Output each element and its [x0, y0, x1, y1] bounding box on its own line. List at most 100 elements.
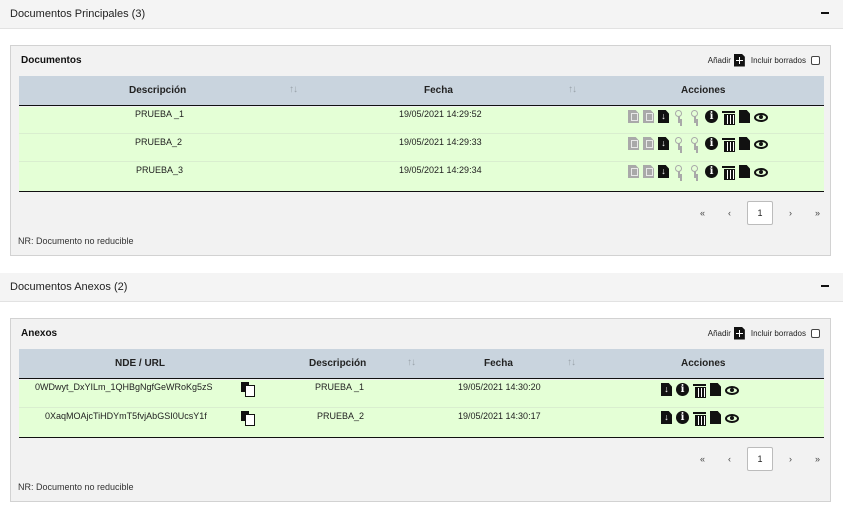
key-icon[interactable] — [689, 165, 701, 178]
info-icon[interactable] — [705, 137, 718, 150]
table-header: Descripción ↑↓ Fecha ↑↓ Acciones — [19, 76, 824, 106]
row-descripcion: PRUEBA _1 — [135, 109, 185, 119]
section-title: Documentos Anexos (2) — [10, 281, 128, 293]
info-icon[interactable] — [705, 165, 718, 178]
delete-icon[interactable] — [722, 165, 735, 180]
key-icon[interactable] — [673, 137, 685, 150]
column-descripcion[interactable]: Descripción — [129, 85, 186, 96]
section-anexos-header[interactable]: Documentos Anexos (2) — [0, 273, 843, 302]
delete-icon[interactable] — [722, 137, 735, 152]
delete-icon[interactable] — [722, 110, 735, 125]
document-icon[interactable] — [710, 383, 721, 396]
table-row: PRUEBA_3 19/05/2021 14:29:34 — [19, 162, 824, 192]
page-prev[interactable]: ‹ — [716, 454, 743, 464]
table-row: PRUEBA_2 19/05/2021 14:29:33 — [19, 134, 824, 162]
info-icon[interactable] — [676, 383, 689, 396]
page-last[interactable]: » — [804, 454, 831, 464]
include-deleted-checkbox[interactable] — [811, 55, 820, 65]
page-current[interactable]: 1 — [747, 201, 773, 225]
panel-documentos: Documentos Añadir Incluir borrados Descr… — [10, 45, 831, 256]
info-icon[interactable] — [705, 110, 718, 123]
download-icon[interactable] — [661, 411, 672, 424]
row-fecha: 19/05/2021 14:29:52 — [399, 109, 482, 119]
sort-icon[interactable]: ↑↓ — [567, 357, 576, 368]
key-icon[interactable] — [673, 165, 685, 178]
copy-icon[interactable] — [241, 411, 255, 426]
delete-icon[interactable] — [693, 383, 706, 398]
table-row: 0WDwyt_DxYILm_1QHBgNgfGeWRoKg5zS PRUEBA … — [19, 380, 824, 408]
anexos-table: NDE / URL Descripción ↑↓ Fecha ↑↓ Accion… — [19, 349, 824, 439]
add-document-icon[interactable] — [733, 326, 745, 340]
view-icon[interactable] — [754, 112, 768, 122]
signature-doc-icon[interactable] — [628, 165, 639, 178]
view-icon[interactable] — [725, 413, 739, 423]
document-icon[interactable] — [739, 137, 750, 150]
sort-icon[interactable]: ↑↓ — [289, 84, 298, 95]
row-nde: 0WDwyt_DxYILm_1QHBgNgfGeWRoKg5zS — [35, 382, 213, 392]
sort-icon[interactable]: ↑↓ — [568, 84, 577, 95]
page-prev[interactable]: ‹ — [716, 208, 743, 218]
documents-table: Descripción ↑↓ Fecha ↑↓ Acciones PRUEBA … — [19, 76, 824, 194]
section-principales-header[interactable]: Documentos Principales (3) — [0, 0, 843, 29]
page-next[interactable]: › — [777, 208, 804, 218]
row-fecha: 19/05/2021 14:30:17 — [458, 411, 541, 421]
download-icon[interactable] — [658, 165, 669, 178]
page-first[interactable]: « — [689, 208, 716, 218]
row-fecha: 19/05/2021 14:29:33 — [399, 137, 482, 147]
page-current[interactable]: 1 — [747, 447, 773, 471]
include-deleted-checkbox[interactable] — [811, 328, 820, 338]
column-acciones: Acciones — [681, 85, 726, 96]
sort-icon[interactable]: ↑↓ — [407, 357, 416, 368]
column-fecha[interactable]: Fecha — [424, 85, 453, 96]
key-icon[interactable] — [689, 137, 701, 150]
add-document-icon[interactable] — [733, 53, 745, 67]
pagination: « ‹ 1 › » — [689, 447, 831, 471]
download-icon[interactable] — [658, 137, 669, 150]
panel-title: Documentos — [21, 55, 82, 66]
add-label[interactable]: Añadir — [708, 56, 731, 65]
column-descripcion[interactable]: Descripción — [309, 358, 366, 369]
document-icon[interactable] — [710, 411, 721, 424]
signed-doc-icon[interactable] — [643, 110, 654, 123]
add-label[interactable]: Añadir — [708, 329, 731, 338]
row-actions — [661, 411, 743, 426]
table-row: PRUEBA _1 19/05/2021 14:29:52 — [19, 107, 824, 134]
include-deleted-label: Incluir borrados — [750, 55, 806, 65]
row-actions — [661, 383, 743, 398]
page-next[interactable]: › — [777, 454, 804, 464]
document-icon[interactable] — [739, 165, 750, 178]
key-icon[interactable] — [673, 110, 685, 123]
table-header: NDE / URL Descripción ↑↓ Fecha ↑↓ Accion… — [19, 349, 824, 379]
page-last[interactable]: » — [804, 208, 831, 218]
panel-anexos: Anexos Añadir Incluir borrados NDE / URL… — [10, 318, 831, 502]
row-descripcion: PRUEBA_3 — [136, 165, 184, 175]
view-icon[interactable] — [725, 385, 739, 395]
signed-doc-icon[interactable] — [643, 137, 654, 150]
download-icon[interactable] — [661, 383, 672, 396]
signature-doc-icon[interactable] — [628, 137, 639, 150]
row-fecha: 19/05/2021 14:29:34 — [399, 165, 482, 175]
column-fecha[interactable]: Fecha — [484, 358, 513, 369]
collapse-icon[interactable] — [821, 6, 831, 18]
panel-tools: Añadir Incluir borrados — [708, 326, 820, 340]
include-deleted-label: Incluir borrados — [750, 328, 806, 338]
column-acciones: Acciones — [681, 358, 726, 369]
collapse-icon[interactable] — [821, 279, 831, 291]
document-icon[interactable] — [739, 110, 750, 123]
table-row: 0XaqMOAjcTiHDYmT5fvjAbGSI0UcsY1f PRUEBA_… — [19, 408, 824, 438]
signed-doc-icon[interactable] — [643, 165, 654, 178]
download-icon[interactable] — [658, 110, 669, 123]
key-icon[interactable] — [689, 110, 701, 123]
view-icon[interactable] — [754, 139, 768, 149]
note: NR: Documento no reducible — [18, 482, 134, 492]
info-icon[interactable] — [676, 411, 689, 424]
delete-icon[interactable] — [693, 411, 706, 426]
row-descripcion: PRUEBA_2 — [135, 137, 183, 147]
page-first[interactable]: « — [689, 454, 716, 464]
view-icon[interactable] — [754, 167, 768, 177]
row-fecha: 19/05/2021 14:30:20 — [458, 382, 541, 392]
row-actions — [628, 110, 772, 125]
copy-icon[interactable] — [241, 382, 255, 397]
pagination: « ‹ 1 › » — [689, 201, 831, 225]
signature-doc-icon[interactable] — [628, 110, 639, 123]
